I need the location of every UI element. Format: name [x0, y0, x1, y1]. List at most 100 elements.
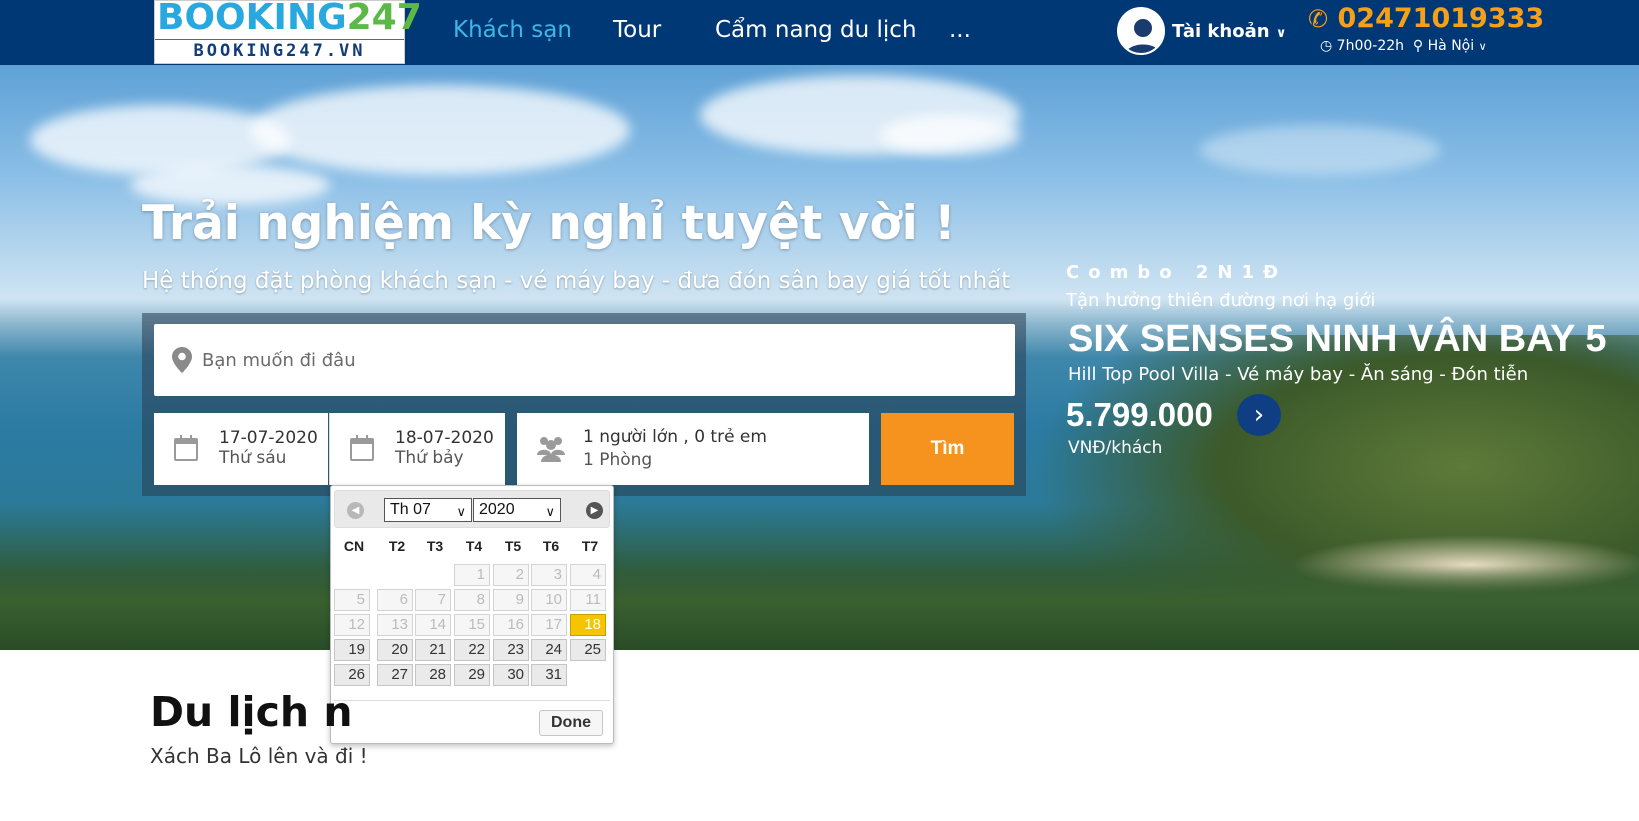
weekday-header: T4: [465, 538, 483, 554]
promo-price: 5.799.000: [1066, 396, 1213, 433]
user-icon: [1119, 9, 1163, 53]
calendar-day[interactable]: 19: [334, 639, 370, 661]
city-selector[interactable]: Hà Nội: [1428, 38, 1474, 54]
datepicker-header: ◀ Th 07 ∨ 2020 ∨ ▶: [334, 490, 610, 528]
map-pin-icon: [172, 347, 192, 373]
promo-tagline: Tận hưởng thiên đường nơi hạ giới: [1066, 290, 1376, 311]
calendar-icon: [174, 435, 198, 461]
guests-count: 1 người lớn , 0 trẻ em: [583, 427, 767, 447]
calendar-day[interactable]: 22: [454, 639, 490, 661]
weekday-header: T7: [581, 538, 599, 554]
cloud-decoration: [250, 85, 630, 175]
calendar-day: 10: [531, 589, 567, 611]
site-logo[interactable]: BOOKING247 BOOKING247.VN: [154, 0, 422, 64]
datepicker-next-button[interactable]: ▶: [586, 502, 603, 519]
calendar-day: 1: [454, 564, 490, 586]
section-subtitle: Xách Ba Lô lên và đi !: [150, 744, 368, 768]
calendar-day[interactable]: 27: [377, 664, 413, 686]
calendar-day: 9: [493, 589, 529, 611]
weekday-header: CN: [343, 538, 365, 554]
checkout-field[interactable]: 18-07-2020 Thứ bảy: [329, 413, 505, 485]
chevron-down-icon: ∨: [456, 504, 466, 519]
calendar-day: 15: [454, 614, 490, 636]
search-button[interactable]: Tìm: [881, 413, 1014, 485]
calendar-day-selected[interactable]: 18: [570, 614, 606, 636]
promo-price-unit: VNĐ/khách: [1068, 438, 1163, 458]
month-select[interactable]: Th 07 ∨: [384, 498, 472, 522]
calendar-day[interactable]: 29: [454, 664, 490, 686]
weekday-header: T5: [504, 538, 522, 554]
calendar-day: 8: [454, 589, 490, 611]
calendar-day: 6: [377, 589, 413, 611]
calendar-day: 17: [531, 614, 567, 636]
promo-next-button[interactable]: ›: [1237, 394, 1281, 436]
calendar-day[interactable]: 28: [415, 664, 451, 686]
phone-icon: ✆: [1308, 5, 1329, 33]
clock-icon: ◷: [1320, 38, 1333, 54]
chevron-left-icon: ◀: [351, 505, 360, 516]
datepicker-popup: ◀ Th 07 ∨ 2020 ∨ ▶ CN T2 T3 T4 T5 T6 T7 1 2 3 4 5 6 7…: [330, 485, 614, 744]
calendar-day[interactable]: 30: [493, 664, 529, 686]
calendar-day: 12: [334, 614, 370, 636]
promo-kicker: Combo 2N1Đ: [1066, 262, 1288, 283]
calendar-day: 2: [493, 564, 529, 586]
calendar-day[interactable]: 26: [334, 664, 370, 686]
avatar[interactable]: [1117, 7, 1165, 55]
calendar-day[interactable]: 25: [570, 639, 606, 661]
site-header: BOOKING247 BOOKING247.VN Khách sạn Tour …: [0, 0, 1639, 65]
calendar-icon: [350, 435, 374, 461]
promo-description: Hill Top Pool Villa - Vé máy bay - Ăn sá…: [1068, 364, 1529, 385]
hours-location: ◷ 7h00-22h ⚲ Hà Nội ∨: [1320, 38, 1487, 54]
cloud-decoration: [1200, 125, 1440, 175]
destination-input[interactable]: [202, 324, 1002, 396]
calendar-day: 5: [334, 589, 370, 611]
checkin-date: 17-07-2020: [219, 428, 318, 448]
datepicker-footer-divider: [334, 700, 610, 701]
section-title: Du lịch n: [150, 688, 353, 736]
calendar-day: 11: [570, 589, 606, 611]
treeline-scenery: [0, 565, 1639, 650]
nav-item-hotels[interactable]: Khách sạn: [453, 17, 572, 43]
map-pin-icon: ⚲: [1412, 38, 1424, 54]
calendar-day: 7: [415, 589, 451, 611]
calendar-day[interactable]: 21: [415, 639, 451, 661]
weekday-header: T2: [388, 538, 406, 554]
rooms-count: 1 Phòng: [583, 450, 653, 470]
calendar-day[interactable]: 20: [377, 639, 413, 661]
year-select[interactable]: 2020 ∨: [473, 498, 561, 522]
weekday-header: T6: [542, 538, 560, 554]
chevron-down-icon: ∨: [1275, 26, 1287, 41]
checkin-field[interactable]: 17-07-2020 Thứ sáu: [154, 413, 328, 485]
checkin-weekday: Thứ sáu: [219, 448, 287, 468]
calendar-day[interactable]: 24: [531, 639, 567, 661]
guests-field[interactable]: 1 người lớn , 0 trẻ em 1 Phòng: [517, 413, 869, 485]
hotline[interactable]: ✆ 02471019333: [1308, 3, 1544, 34]
logo-domain: BOOKING247.VN: [155, 39, 404, 61]
chevron-right-icon: ›: [1253, 400, 1265, 430]
datepicker-prev-button[interactable]: ◀: [347, 502, 364, 519]
hero-title: Trải nghiệm kỳ nghỉ tuyệt vời !: [142, 196, 956, 251]
users-icon: [537, 437, 565, 462]
calendar-day: 4: [570, 564, 606, 586]
calendar-day[interactable]: 23: [493, 639, 529, 661]
calendar-day: 14: [415, 614, 451, 636]
nav-item-tour[interactable]: Tour: [613, 17, 661, 43]
promo-title[interactable]: SIX SENSES NINH VÂN BAY 5: [1068, 318, 1607, 361]
account-menu[interactable]: Tài khoản ∨: [1172, 21, 1286, 42]
nav-item-more[interactable]: ...: [949, 17, 971, 43]
datepicker-done-button[interactable]: Done: [539, 710, 603, 736]
chevron-down-icon: ∨: [1478, 40, 1487, 53]
checkout-date[interactable]: 18-07-2020: [395, 428, 494, 448]
calendar-day: 3: [531, 564, 567, 586]
cloud-decoration: [880, 115, 1020, 155]
logo-wordmark: BOOKING247: [157, 0, 422, 38]
calendar-day: 13: [377, 614, 413, 636]
nav-item-guide[interactable]: Cẩm nang du lịch: [715, 17, 917, 43]
calendar-day[interactable]: 31: [531, 664, 567, 686]
chevron-right-icon: ▶: [590, 505, 599, 516]
hero-subtitle: Hệ thống đặt phòng khách sạn - vé máy ba…: [142, 268, 1011, 294]
weekday-header: T3: [426, 538, 444, 554]
destination-field[interactable]: [154, 324, 1015, 396]
checkout-weekday: Thứ bảy: [395, 448, 464, 468]
calendar-day: 16: [493, 614, 529, 636]
